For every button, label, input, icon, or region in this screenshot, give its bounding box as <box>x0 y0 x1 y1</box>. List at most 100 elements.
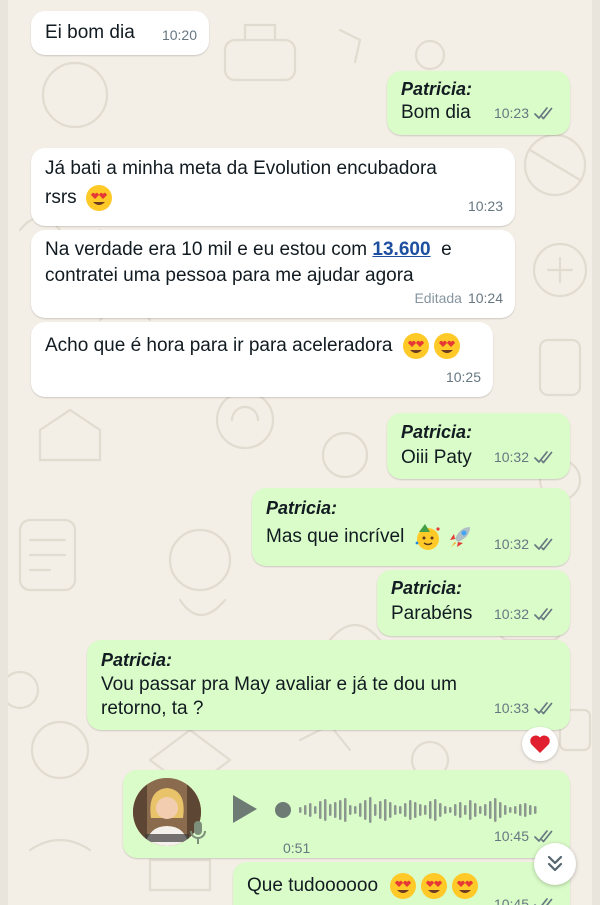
message-incoming[interactable]: Já bati a minha meta da Evolution encuba… <box>31 148 515 226</box>
screen-edge-right <box>592 0 600 905</box>
message-text: Bom dia <box>401 102 471 123</box>
message-incoming[interactable]: Acho que é hora para ir para aceleradora… <box>31 322 493 397</box>
message-text-row: Acho que é hora para ir para aceleradora <box>45 332 461 360</box>
waveform-bar <box>424 805 427 815</box>
message-text-line-1: Já bati a minha meta da Evolution encuba… <box>45 158 437 179</box>
screen-edge-left <box>0 0 8 905</box>
message-outgoing[interactable]: Patricia: Mas que incrível 10:32 <box>252 488 570 566</box>
message-text-segment: Na verdade era 10 mil e eu estou com <box>45 239 373 260</box>
playback-position-knob[interactable] <box>275 802 291 818</box>
scroll-to-bottom-button[interactable] <box>534 843 576 885</box>
rocket-emoji-icon <box>450 527 471 547</box>
double-check-icon <box>534 898 553 905</box>
waveform-bar <box>514 806 517 814</box>
waveform-bar <box>409 800 412 820</box>
message-time: 10:32 <box>493 536 529 552</box>
sender-name: Patricia: <box>266 498 338 518</box>
message-incoming[interactable]: Na verdade era 10 mil e eu estou com 13.… <box>31 230 515 318</box>
message-outgoing[interactable]: Que tudoooooo 10:45 <box>233 862 570 905</box>
message-incoming[interactable]: Ei bom dia 10:20 <box>31 11 209 55</box>
waveform-bar <box>434 799 437 821</box>
heart-eyes-emoji-icon <box>390 873 417 899</box>
double-chevron-down-icon <box>547 855 563 872</box>
reaction-badge[interactable] <box>522 727 558 761</box>
waveform-bar <box>359 803 362 817</box>
waveform-bar <box>444 806 447 814</box>
waveform-bar <box>489 801 492 819</box>
waveform-bar <box>314 806 317 814</box>
message-text-line-2: retorno, ta ? <box>101 698 204 719</box>
message-text-line-2-row: rsrs <box>45 184 113 212</box>
message-meta: 10:33 <box>494 694 556 722</box>
waveform-bar <box>379 801 382 819</box>
heart-eyes-emoji-icon <box>421 873 448 899</box>
waveform-bar <box>394 805 397 815</box>
message-time: 10:33 <box>493 700 529 716</box>
waveform-bar <box>504 805 507 815</box>
message-time: 10:25 <box>445 369 481 385</box>
sender-name: Patricia: <box>101 650 173 670</box>
waveform-bar <box>499 802 502 818</box>
waveform-bar <box>414 802 417 818</box>
voice-message[interactable]: 0:51 10:45 <box>123 770 570 858</box>
message-text-line-2: rsrs <box>45 187 77 208</box>
waveform-bar <box>369 797 372 823</box>
waveform-bar <box>484 804 487 816</box>
waveform-bar <box>324 799 327 821</box>
waveform-bar <box>354 806 357 814</box>
waveform-bar <box>404 803 407 817</box>
waveform-bar <box>529 805 532 815</box>
message-text-line-2: contratei uma pessoa para me ajudar agor… <box>45 265 414 286</box>
message-text-row: Que tudoooooo <box>247 872 479 900</box>
waveform-bar <box>364 800 367 820</box>
message-time: 10:23 <box>493 105 529 121</box>
message-time: 10:32 <box>493 606 529 622</box>
message-time: 10:45 <box>493 828 529 844</box>
waveform-bar <box>534 806 537 814</box>
message-outgoing[interactable]: Patricia: Vou passar pra May avaliar e j… <box>87 640 570 730</box>
waveform-bar <box>399 806 402 814</box>
sender-name: Patricia: <box>391 578 463 598</box>
double-check-icon <box>534 830 553 843</box>
waveform-bar <box>469 800 472 820</box>
message-text: Parabéns <box>391 603 473 624</box>
message-time: 10:20 <box>161 27 197 43</box>
message-text: Ei bom dia <box>45 22 135 43</box>
waveform-bar <box>319 801 322 819</box>
message-text: Que tudoooooo <box>247 875 379 896</box>
heart-eyes-emoji-icon <box>85 185 112 211</box>
message-meta: 10:45 <box>494 890 556 905</box>
waveform-bar <box>309 803 312 817</box>
message-time: 10:45 <box>493 896 529 905</box>
double-check-icon <box>534 451 553 464</box>
number-link[interactable]: 13.600 <box>372 239 430 260</box>
waveform-bar <box>419 804 422 816</box>
waveform-bar <box>449 807 452 813</box>
message-meta: 10:32 <box>494 443 556 471</box>
waveform-bar <box>479 806 482 814</box>
waveform-bar <box>304 805 307 815</box>
message-outgoing[interactable]: Patricia: Oiii Paty 10:32 <box>387 413 570 479</box>
waveform-bar <box>299 807 302 813</box>
waveform-bar <box>524 803 527 817</box>
waveform-bar <box>439 803 442 817</box>
waveform-bar <box>334 802 337 818</box>
message-time: 10:23 <box>467 198 503 214</box>
message-outgoing[interactable]: Patricia: Parabéns 10:32 <box>377 570 570 636</box>
message-meta: Editada 10:24 <box>414 284 503 312</box>
message-time: 10:32 <box>493 449 529 465</box>
waveform-bar <box>459 802 462 818</box>
waveform-bar <box>389 802 392 818</box>
play-icon[interactable] <box>231 793 259 825</box>
waveform-bar <box>519 804 522 816</box>
message-outgoing[interactable]: Patricia: Bom dia 10:23 <box>387 71 570 135</box>
message-time: 10:24 <box>467 290 503 306</box>
waveform-bar <box>429 801 432 819</box>
message-text: Acho que é hora para ir para aceleradora <box>45 335 393 356</box>
waveform-bar <box>339 800 342 820</box>
message-text-line-1: Na verdade era 10 mil e eu estou com 13.… <box>45 236 452 264</box>
sender-name: Patricia: <box>401 79 473 99</box>
message-meta: 10:23 <box>494 99 556 127</box>
message-text-row: Mas que incrível <box>266 523 474 551</box>
heart-eyes-emoji-icon <box>433 333 460 359</box>
